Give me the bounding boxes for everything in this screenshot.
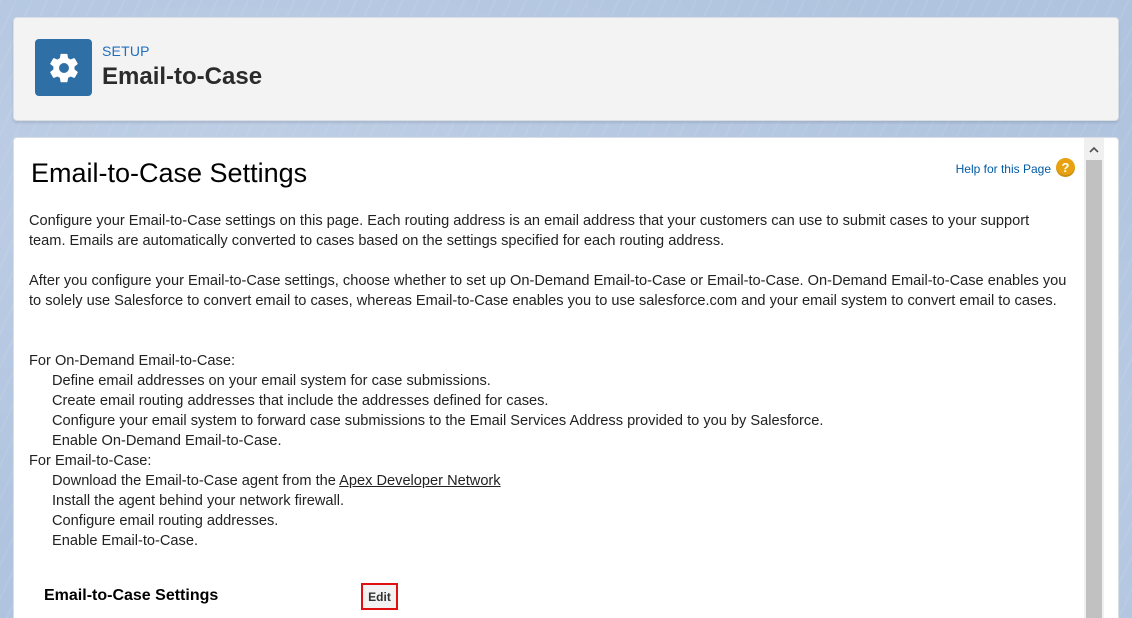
list-item: Create email routing addresses that incl…	[52, 393, 549, 409]
vertical-scrollbar[interactable]	[1084, 138, 1104, 618]
list-item: Configure your email system to forward c…	[52, 413, 824, 429]
intro-paragraph: Configure your Email-to-Case settings on…	[29, 213, 1030, 249]
edit-button[interactable]: Edit	[361, 583, 398, 610]
apex-developer-network-link[interactable]: Apex Developer Network	[339, 473, 500, 489]
on-demand-heading: For On-Demand Email-to-Case:	[29, 353, 235, 369]
list-item: Enable Email-to-Case.	[52, 533, 199, 549]
list-item: Configure email routing addresses.	[52, 513, 279, 529]
setup-icon-tile	[35, 39, 92, 96]
download-step-text: Download the Email-to-Case agent from th…	[52, 473, 340, 489]
header-title: Email-to-Case	[102, 63, 263, 90]
help-icon[interactable]: ?	[1056, 158, 1075, 177]
edit-button-label: Edit	[368, 589, 391, 604]
setup-paragraph: After you configure your Email-to-Case s…	[29, 273, 1067, 309]
list-item: Enable On-Demand Email-to-Case.	[52, 433, 282, 449]
header-eyebrow[interactable]: SETUP	[102, 43, 150, 59]
scrollbar-thumb[interactable]	[1086, 160, 1102, 618]
page-header: SETUP Email-to-Case	[13, 17, 1119, 121]
scroll-up-arrow-icon[interactable]	[1084, 138, 1104, 160]
settings-section-title: Email-to-Case Settings	[44, 587, 219, 604]
page-title: Email-to-Case Settings	[31, 158, 308, 188]
setup-steps: For On-Demand Email-to-Case: Define emai…	[29, 351, 1069, 551]
email-to-case-heading: For Email-to-Case:	[29, 453, 152, 469]
list-item: Download the Email-to-Case agent from th…	[29, 471, 1069, 491]
gear-icon	[49, 53, 78, 82]
list-item: Install the agent behind your network fi…	[52, 493, 345, 509]
content-panel: Email-to-Case Settings Help for this Pag…	[13, 137, 1119, 618]
help-link[interactable]: Help for this Page	[956, 162, 1051, 176]
list-item: Define email addresses on your email sys…	[52, 373, 491, 389]
